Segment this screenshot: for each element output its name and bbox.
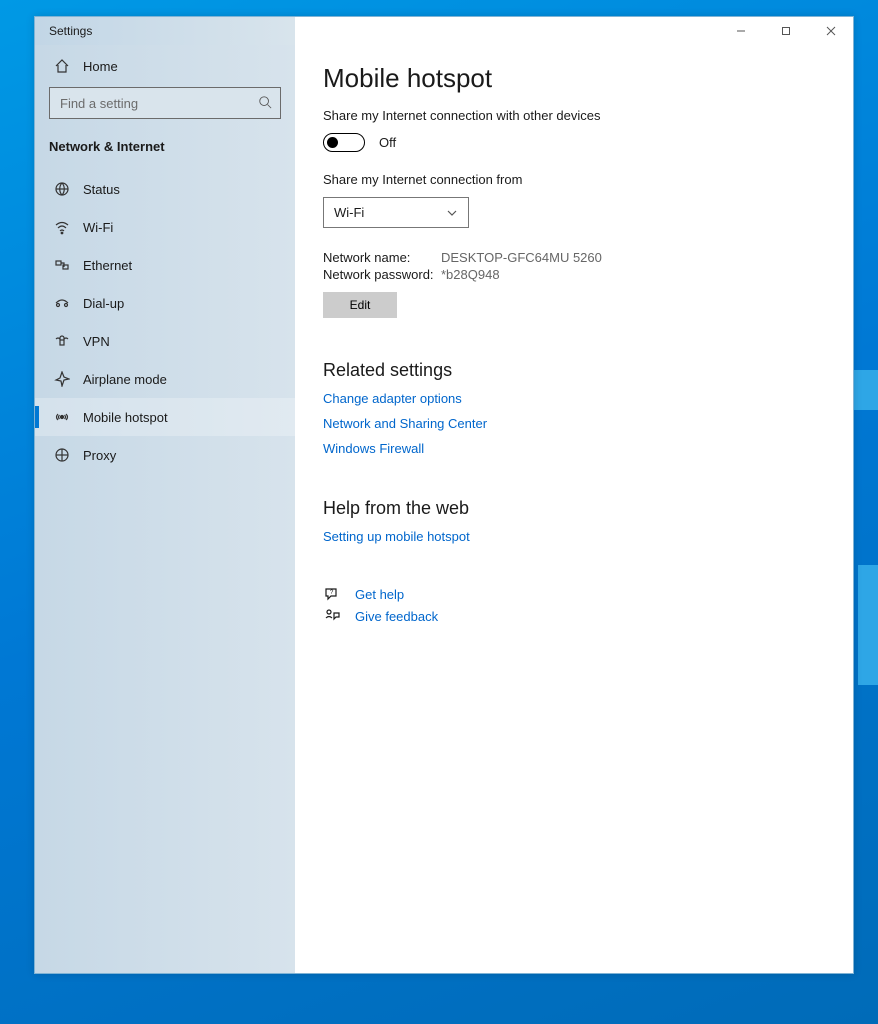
sidebar-item-wifi[interactable]: Wi-Fi	[35, 208, 295, 246]
get-help-icon: ?	[323, 586, 341, 602]
sidebar-item-label: VPN	[83, 334, 110, 349]
share-from-value: Wi-Fi	[334, 205, 364, 220]
link-firewall[interactable]: Windows Firewall	[323, 441, 825, 456]
share-from-dropdown[interactable]: Wi-Fi	[323, 197, 469, 228]
sidebar-home[interactable]: Home	[35, 45, 295, 87]
sidebar-item-ethernet[interactable]: Ethernet	[35, 246, 295, 284]
dialup-icon	[53, 294, 71, 312]
maximize-button[interactable]	[763, 17, 808, 45]
give-feedback-row[interactable]: Give feedback	[323, 608, 825, 624]
link-setup-hotspot[interactable]: Setting up mobile hotspot	[323, 529, 825, 544]
share-toggle[interactable]	[323, 133, 365, 152]
share-toggle-state: Off	[379, 135, 396, 150]
search-box[interactable]	[49, 87, 281, 119]
sidebar-item-proxy[interactable]: Proxy	[35, 436, 295, 474]
proxy-icon	[53, 446, 71, 464]
sidebar-category: Network & Internet	[35, 127, 295, 170]
get-help-link[interactable]: Get help	[355, 587, 404, 602]
share-connection-label: Share my Internet connection with other …	[323, 108, 825, 123]
share-from-label: Share my Internet connection from	[323, 172, 825, 187]
ethernet-icon	[53, 256, 71, 274]
airplane-icon	[53, 370, 71, 388]
sidebar-item-label: Wi-Fi	[83, 220, 113, 235]
sidebar: Home Network & Internet Status Wi-Fi	[35, 45, 295, 973]
related-settings-heading: Related settings	[323, 360, 825, 381]
sidebar-item-airplane[interactable]: Airplane mode	[35, 360, 295, 398]
sidebar-item-hotspot[interactable]: Mobile hotspot	[35, 398, 295, 436]
window-title: Settings	[49, 24, 92, 38]
home-icon	[53, 57, 71, 75]
maximize-icon	[781, 26, 791, 36]
sidebar-item-label: Status	[83, 182, 120, 197]
sidebar-item-label: Proxy	[83, 448, 116, 463]
close-icon	[826, 26, 836, 36]
give-feedback-link[interactable]: Give feedback	[355, 609, 438, 624]
vpn-icon	[53, 332, 71, 350]
minimize-icon	[736, 26, 746, 36]
search-input[interactable]	[58, 95, 258, 112]
sidebar-item-label: Ethernet	[83, 258, 132, 273]
sidebar-item-label: Airplane mode	[83, 372, 167, 387]
window-buttons	[718, 17, 853, 45]
sidebar-home-label: Home	[83, 59, 118, 74]
edit-button[interactable]: Edit	[323, 292, 397, 318]
feedback-icon	[323, 608, 341, 624]
sidebar-item-status[interactable]: Status	[35, 170, 295, 208]
hotspot-icon	[53, 408, 71, 426]
minimize-button[interactable]	[718, 17, 763, 45]
close-button[interactable]	[808, 17, 853, 45]
wifi-icon	[53, 218, 71, 236]
sidebar-item-vpn[interactable]: VPN	[35, 322, 295, 360]
sidebar-item-dialup[interactable]: Dial-up	[35, 284, 295, 322]
help-heading: Help from the web	[323, 498, 825, 519]
chevron-down-icon	[446, 207, 458, 219]
page-title: Mobile hotspot	[323, 63, 825, 94]
titlebar: Settings	[35, 17, 853, 45]
sidebar-item-label: Mobile hotspot	[83, 410, 168, 425]
network-name-label: Network name:	[323, 250, 441, 265]
search-icon	[258, 95, 272, 112]
network-password-label: Network password:	[323, 267, 441, 282]
wallpaper-decoration	[858, 565, 878, 685]
sidebar-item-label: Dial-up	[83, 296, 124, 311]
network-name-value: DESKTOP-GFC64MU 5260	[441, 250, 602, 265]
link-change-adapter[interactable]: Change adapter options	[323, 391, 825, 406]
get-help-row[interactable]: ? Get help	[323, 586, 825, 602]
settings-window: Settings Home	[34, 16, 854, 974]
svg-text:?: ?	[330, 590, 334, 596]
main-content: Mobile hotspot Share my Internet connect…	[295, 45, 853, 973]
status-icon	[53, 180, 71, 198]
network-password-value: *b28Q948	[441, 267, 500, 282]
link-network-sharing[interactable]: Network and Sharing Center	[323, 416, 825, 431]
wallpaper-decoration	[850, 370, 878, 410]
